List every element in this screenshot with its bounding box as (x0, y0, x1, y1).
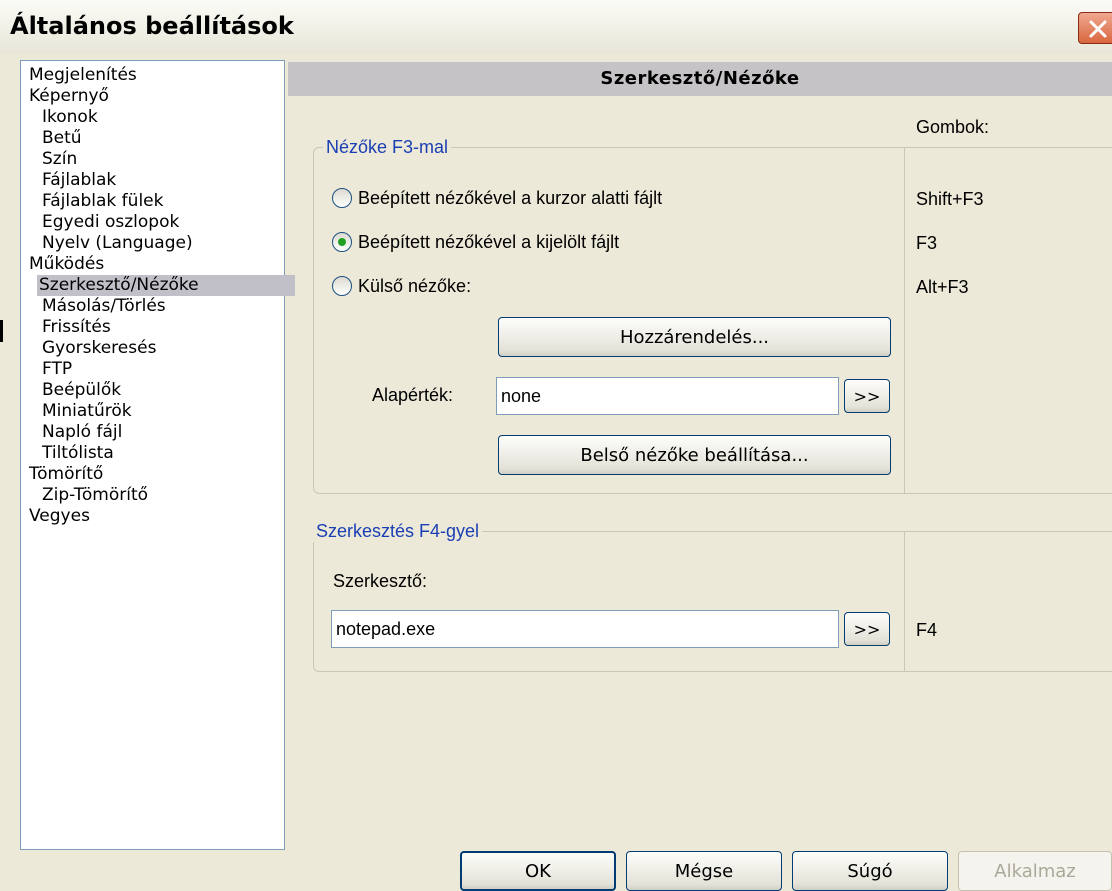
key-alt-f3: Alt+F3 (916, 277, 969, 297)
default-browse-button[interactable]: >> (844, 379, 890, 413)
tree-item-masolas-torles[interactable]: Másolás/Törlés (40, 296, 168, 317)
key-f3: F3 (916, 233, 938, 253)
editor-browse-button[interactable]: >> (844, 612, 890, 646)
key-shift-f3: Shift+F3 (916, 189, 984, 209)
tree-item-betu[interactable]: Betű (40, 128, 84, 149)
editor-label: Szerkesztő: (333, 571, 428, 591)
radio-label: Beépített nézőkével a kurzor alatti fájl… (358, 187, 663, 208)
tree-item-ikonok[interactable]: Ikonok (40, 107, 100, 128)
tree-item-tomorito[interactable]: Tömörítő (27, 464, 105, 485)
internal-viewer-settings-button[interactable]: Belső nézőke beállítása... (498, 435, 891, 475)
tree-item-naplo-fajl[interactable]: Napló fájl (40, 422, 124, 443)
group-divider (904, 532, 905, 671)
window-edge-marker (0, 320, 3, 342)
radio-selected-file[interactable]: Beépített nézőkével a kijelölt fájlt (332, 229, 619, 255)
tree-item-vegyes[interactable]: Vegyes (27, 506, 92, 527)
tree-item-kepernyo[interactable]: Képernyő (27, 86, 111, 107)
ok-button[interactable]: OK (460, 851, 616, 891)
radio-external-viewer[interactable]: Külső nézőke: (332, 273, 471, 299)
tree-item-nyelv[interactable]: Nyelv (Language) (40, 233, 195, 254)
cancel-button[interactable]: Mégse (626, 851, 782, 891)
page-title: Szerkesztő/Nézőke (288, 62, 1112, 96)
tree-item-mukodes[interactable]: Működés (27, 254, 106, 275)
window-title: Általános beállítások (10, 12, 294, 40)
tree-item-frissites[interactable]: Frissítés (40, 317, 113, 338)
tree-item-gyorskereses[interactable]: Gyorskeresés (40, 338, 158, 359)
title-bar: Általános beállítások (0, 0, 1112, 54)
radio-cursor-file[interactable]: Beépített nézőkével a kurzor alatti fájl… (332, 185, 662, 211)
keys-heading: Gombok: (916, 117, 990, 137)
apply-button[interactable]: Alkalmaz (958, 851, 1112, 891)
close-icon (1089, 20, 1107, 38)
close-button[interactable] (1078, 12, 1112, 44)
tree-item-szerkeszto-nezoke[interactable]: Szerkesztő/Nézőke (37, 275, 295, 296)
editor-input[interactable]: notepad.exe (331, 610, 839, 648)
key-f4: F4 (916, 620, 938, 640)
tree-item-fajlablak-fulek[interactable]: Fájlablak fülek (40, 191, 165, 212)
radio-button[interactable] (332, 188, 352, 208)
tree-item-ftp[interactable]: FTP (40, 359, 74, 380)
settings-tree[interactable]: Megjelenítés Képernyő Ikonok Betű Szín F… (20, 60, 295, 850)
tree-item-megjelenites[interactable]: Megjelenítés (27, 65, 139, 86)
tree-item-fajlablak[interactable]: Fájlablak (40, 170, 118, 191)
tree-item-zip-tomorito[interactable]: Zip-Tömörítő (40, 485, 150, 506)
radio-label: Külső nézőke: (358, 275, 472, 296)
tree-item-szin[interactable]: Szín (40, 149, 79, 170)
tree-item-miniaturok[interactable]: Miniatűrök (40, 401, 134, 422)
group-divider (904, 148, 905, 493)
radio-button[interactable] (332, 276, 352, 296)
default-viewer-input[interactable]: none (496, 377, 839, 415)
help-button[interactable]: Súgó (792, 851, 948, 891)
tree-item-tiltolista[interactable]: Tiltólista (40, 443, 116, 464)
assign-button[interactable]: Hozzárendelés... (498, 317, 891, 357)
radio-button-checked[interactable] (332, 232, 352, 252)
editor-group (313, 531, 1112, 672)
editor-group-legend: Szerkesztés F4-gyel (313, 521, 483, 542)
radio-label: Beépített nézőkével a kijelölt fájlt (358, 231, 620, 252)
tree-item-beepulok[interactable]: Beépülők (40, 380, 123, 401)
viewer-group-legend: Nézőke F3-mal (323, 137, 452, 158)
default-label: Alapérték: (372, 385, 454, 405)
tree-item-egyedi-oszlopok[interactable]: Egyedi oszlopok (40, 212, 181, 233)
